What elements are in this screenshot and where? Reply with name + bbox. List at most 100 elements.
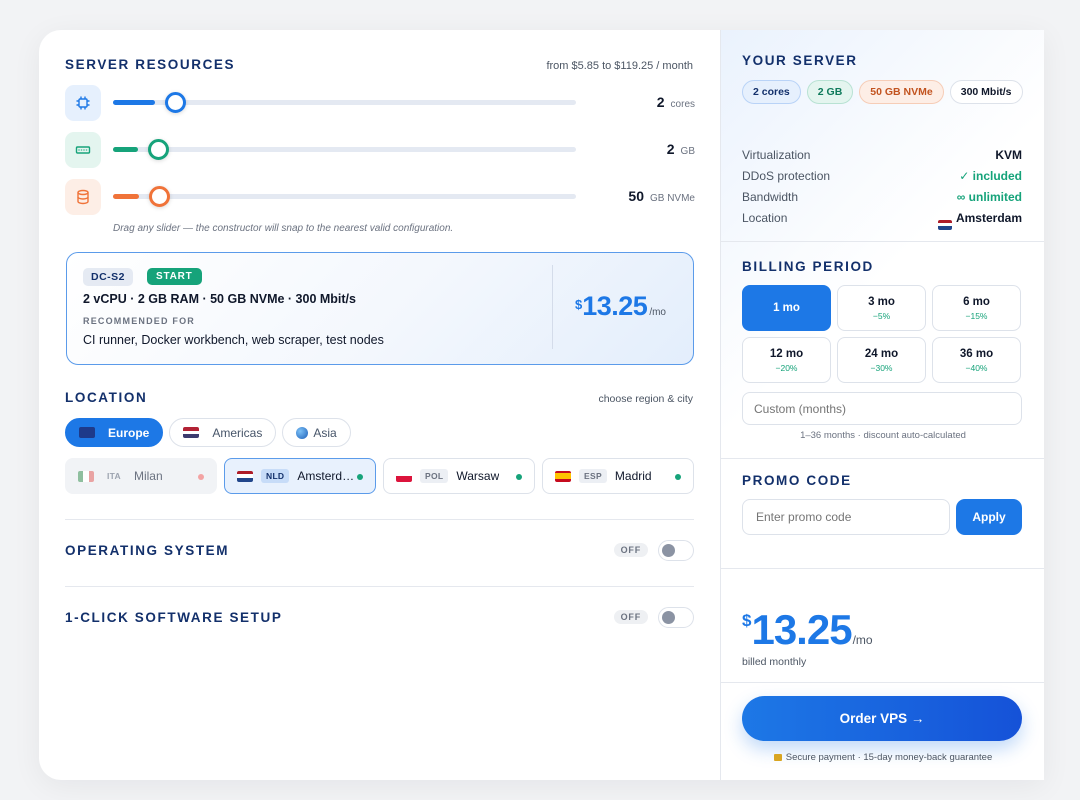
config-panel: SERVER RESOURCES from $5.85 to $119.25 /… (39, 30, 720, 780)
plan-price: $13.25/mo (575, 291, 666, 321)
cpu-icon (65, 85, 101, 121)
cpu-slider[interactable] (113, 92, 576, 113)
configurator-card: SERVER RESOURCES from $5.85 to $119.25 /… (39, 30, 1044, 780)
billing-options: 1 mo 3 mo −5% 6 mo −15% 12 mo −20% 24 mo −30… (742, 285, 1021, 383)
total-price: $13.25/mo (742, 606, 873, 653)
plan-spec: 2 vCPU · 2 GB RAM · 50 GB NVMe · 300 Mbi… (83, 292, 356, 306)
billing-12mo[interactable]: 12 mo −20% (742, 337, 831, 383)
database-icon (65, 179, 101, 215)
os-row: OPERATING SYSTEM OFF (65, 540, 694, 562)
divider (721, 682, 1044, 683)
divider (721, 568, 1044, 569)
row-bandwidth: Bandwidth ∞ unlimited (742, 190, 1022, 204)
italy-flag-icon (78, 470, 94, 482)
billing-title: BILLING PERIOD (742, 259, 874, 274)
software-state-badge: OFF (613, 610, 648, 624)
ram-value: 2 GB (666, 141, 695, 157)
lock-icon (773, 754, 782, 761)
ram-row: 2 GB (65, 132, 695, 168)
ram-slider-fill (113, 147, 138, 152)
cpu-value: 2 cores (656, 94, 695, 110)
location-note: choose region & city (598, 393, 693, 405)
divider (721, 241, 1044, 242)
chip-cores: 2 cores (742, 80, 801, 104)
plan-divider (552, 265, 553, 349)
billing-36mo[interactable]: 36 mo −40% (932, 337, 1021, 383)
row-virtualization: Virtualization KVM (742, 148, 1022, 162)
plan-card[interactable]: DC-S2 START 2 vCPU · 2 GB RAM · 50 GB NV… (66, 252, 694, 365)
row-ddos: DDoS protection ✓ included (742, 169, 1022, 183)
cpu-row: 2 cores (65, 85, 695, 121)
city-amsterdam[interactable]: NLD Amsterdam (224, 458, 376, 494)
city-milan[interactable]: ITA Milan (65, 458, 217, 494)
us-flag-icon (183, 427, 200, 438)
region-tabs: Europe Americas Asia (65, 418, 351, 447)
divider (65, 519, 694, 520)
order-vps-button[interactable]: Order VPS → (742, 696, 1022, 741)
region-tab-europe[interactable]: Europe (65, 418, 164, 447)
location-title: LOCATION (65, 390, 148, 405)
cpu-slider-handle[interactable] (165, 92, 186, 113)
os-toggle[interactable] (658, 540, 694, 561)
divider (65, 586, 694, 587)
resources-title: SERVER RESOURCES (65, 57, 236, 72)
row-location: Location Amsterdam (742, 211, 1022, 230)
divider (721, 458, 1044, 459)
disk-value: 50 GB NVMe (628, 188, 695, 204)
disk-slider[interactable] (113, 186, 576, 207)
custom-months-input[interactable] (742, 392, 1022, 425)
billing-1mo[interactable]: 1 mo (742, 285, 831, 331)
chip-bandwidth: 300 Mbit/s (949, 80, 1023, 104)
recommended-uses: CI runner, Docker workbench, web scraper… (83, 333, 384, 347)
apply-promo-button[interactable]: Apply (956, 499, 1022, 535)
toggle-knob (662, 611, 675, 624)
disk-slider-handle[interactable] (149, 186, 170, 207)
billing-3mo[interactable]: 3 mo −5% (837, 285, 926, 331)
promo-title: PROMO CODE (742, 473, 852, 488)
billing-6mo[interactable]: 6 mo −15% (932, 285, 1021, 331)
os-title: OPERATING SYSTEM (65, 543, 230, 558)
recommended-label: RECOMMENDED FOR (83, 316, 195, 326)
ram-slider-handle[interactable] (148, 139, 169, 160)
plan-tag: START (147, 268, 202, 285)
memory-icon (65, 132, 101, 168)
spec-chips: 2 cores 2 GB 50 GB NVMe 300 Mbit/s (742, 80, 1032, 104)
disk-row: 50 GB NVMe (65, 179, 695, 215)
price-range: from $5.85 to $119.25 / month (546, 60, 693, 72)
plan-code: DC-S2 (83, 268, 134, 286)
summary-panel: YOUR SERVER 2 cores 2 GB 50 GB NVMe 300 … (720, 30, 1044, 780)
region-tab-asia[interactable]: Asia (282, 418, 351, 447)
city-madrid[interactable]: ESP Madrid (542, 458, 694, 494)
eu-flag-icon (79, 427, 95, 438)
available-dot (516, 474, 522, 480)
os-state-badge: OFF (613, 543, 648, 557)
spain-flag-icon (555, 470, 571, 482)
summary-title: YOUR SERVER (742, 53, 858, 68)
available-dot (357, 474, 363, 480)
billing-frequency: billed monthly (742, 656, 807, 668)
custom-months-note: 1–36 months · discount auto-calculated (800, 430, 966, 441)
toggle-knob (662, 544, 675, 557)
software-row: 1-CLICK SOFTWARE SETUP OFF (65, 607, 694, 629)
netherlands-flag-icon (237, 470, 253, 482)
available-dot (675, 474, 681, 480)
billing-24mo[interactable]: 24 mo −30% (837, 337, 926, 383)
disk-slider-fill (113, 194, 139, 199)
cpu-slider-fill (113, 100, 155, 105)
city-list: ITA Milan NLD Amsterdam POL Warsaw ESP M… (65, 458, 694, 494)
chip-disk: 50 GB NVMe (859, 80, 944, 104)
software-title: 1-CLICK SOFTWARE SETUP (65, 610, 283, 625)
city-warsaw[interactable]: POL Warsaw (383, 458, 535, 494)
secure-note: Secure payment · 15-day money-back guara… (721, 752, 1044, 763)
poland-flag-icon (396, 470, 412, 482)
slider-hint: Drag any slider — the constructor will s… (113, 223, 454, 234)
globe-icon (296, 426, 309, 439)
software-toggle[interactable] (658, 607, 694, 628)
location-value: Amsterdam (937, 211, 1022, 230)
unavailable-dot (198, 474, 204, 480)
chip-memory: 2 GB (806, 80, 854, 104)
promo-code-input[interactable] (742, 499, 950, 535)
netherlands-flag-icon (937, 219, 952, 230)
ram-slider[interactable] (113, 139, 576, 160)
region-tab-americas[interactable]: Americas (169, 418, 277, 447)
